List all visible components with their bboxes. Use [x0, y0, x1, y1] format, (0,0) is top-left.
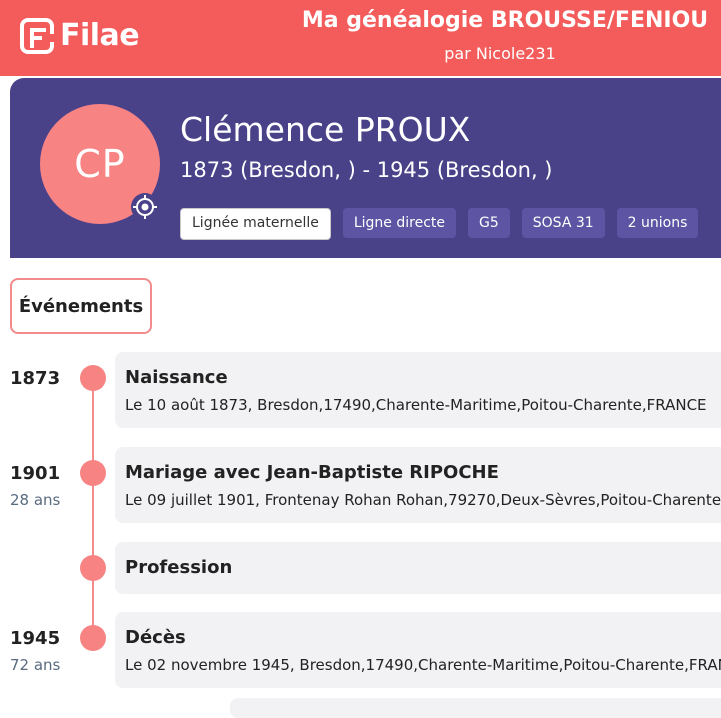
- filae-logo[interactable]: Filae: [20, 17, 140, 55]
- tree-owner[interactable]: par Nicole231: [300, 44, 700, 63]
- event-detail: Le 10 août 1873, Bresdon,17490,Charente-…: [125, 396, 707, 414]
- event-detail: Le 02 novembre 1945, Bresdon,17490,Chare…: [125, 656, 721, 674]
- badge-lineage: Lignée maternelle: [180, 208, 331, 240]
- locate-icon[interactable]: [130, 192, 160, 222]
- event-title: Naissance: [125, 367, 228, 388]
- next-section-card: [230, 698, 721, 718]
- timeline-dot: [80, 460, 106, 486]
- badge-direct-line: Ligne directe: [342, 208, 456, 238]
- event-year: 1873: [10, 368, 61, 389]
- top-bar: Filae Ma généalogie BROUSSE/FENIOU par N…: [0, 0, 721, 76]
- avatar-initials: CP: [74, 142, 126, 186]
- person-header: CP Clémence PROUX 1873 (Bresdon, ) - 194…: [10, 78, 721, 258]
- person-name: Clémence PROUX: [180, 110, 471, 149]
- logo-text: Filae: [60, 18, 140, 53]
- event-card[interactable]: Décès Le 02 novembre 1945, Bresdon,17490…: [115, 612, 721, 688]
- timeline-dot: [80, 555, 106, 581]
- event-year: 1945: [10, 628, 61, 649]
- event-title: Décès: [125, 627, 186, 648]
- timeline-dot: [80, 625, 106, 651]
- person-dates: 1873 (Bresdon, ) - 1945 (Bresdon, ): [180, 158, 553, 182]
- event-card[interactable]: Naissance Le 10 août 1873, Bresdon,17490…: [115, 352, 721, 428]
- event-card[interactable]: Profession: [115, 542, 721, 594]
- badge-sosa: SOSA 31: [521, 208, 605, 238]
- badge-unions[interactable]: 2 unions: [616, 208, 699, 238]
- tree-title: Ma généalogie BROUSSE/FENIOU: [301, 8, 709, 33]
- timeline-dot: [80, 365, 106, 391]
- badge-generation: G5: [468, 208, 510, 238]
- event-year: 1901: [10, 463, 61, 484]
- event-age: 28 ans: [10, 491, 61, 509]
- event-title: Profession: [125, 557, 233, 578]
- event-detail: Le 09 juillet 1901, Frontenay Rohan Roha…: [125, 491, 721, 509]
- filae-logo-icon: [20, 18, 54, 54]
- event-card[interactable]: Mariage avec Jean-Baptiste RIPOCHE Le 09…: [115, 447, 721, 523]
- event-title: Mariage avec Jean-Baptiste RIPOCHE: [125, 462, 499, 483]
- badge-list: Lignée maternelle Ligne directe G5 SOSA …: [180, 208, 699, 240]
- event-age: 72 ans: [10, 656, 61, 674]
- tab-events[interactable]: Événements: [10, 278, 152, 334]
- timeline-line: [92, 378, 94, 638]
